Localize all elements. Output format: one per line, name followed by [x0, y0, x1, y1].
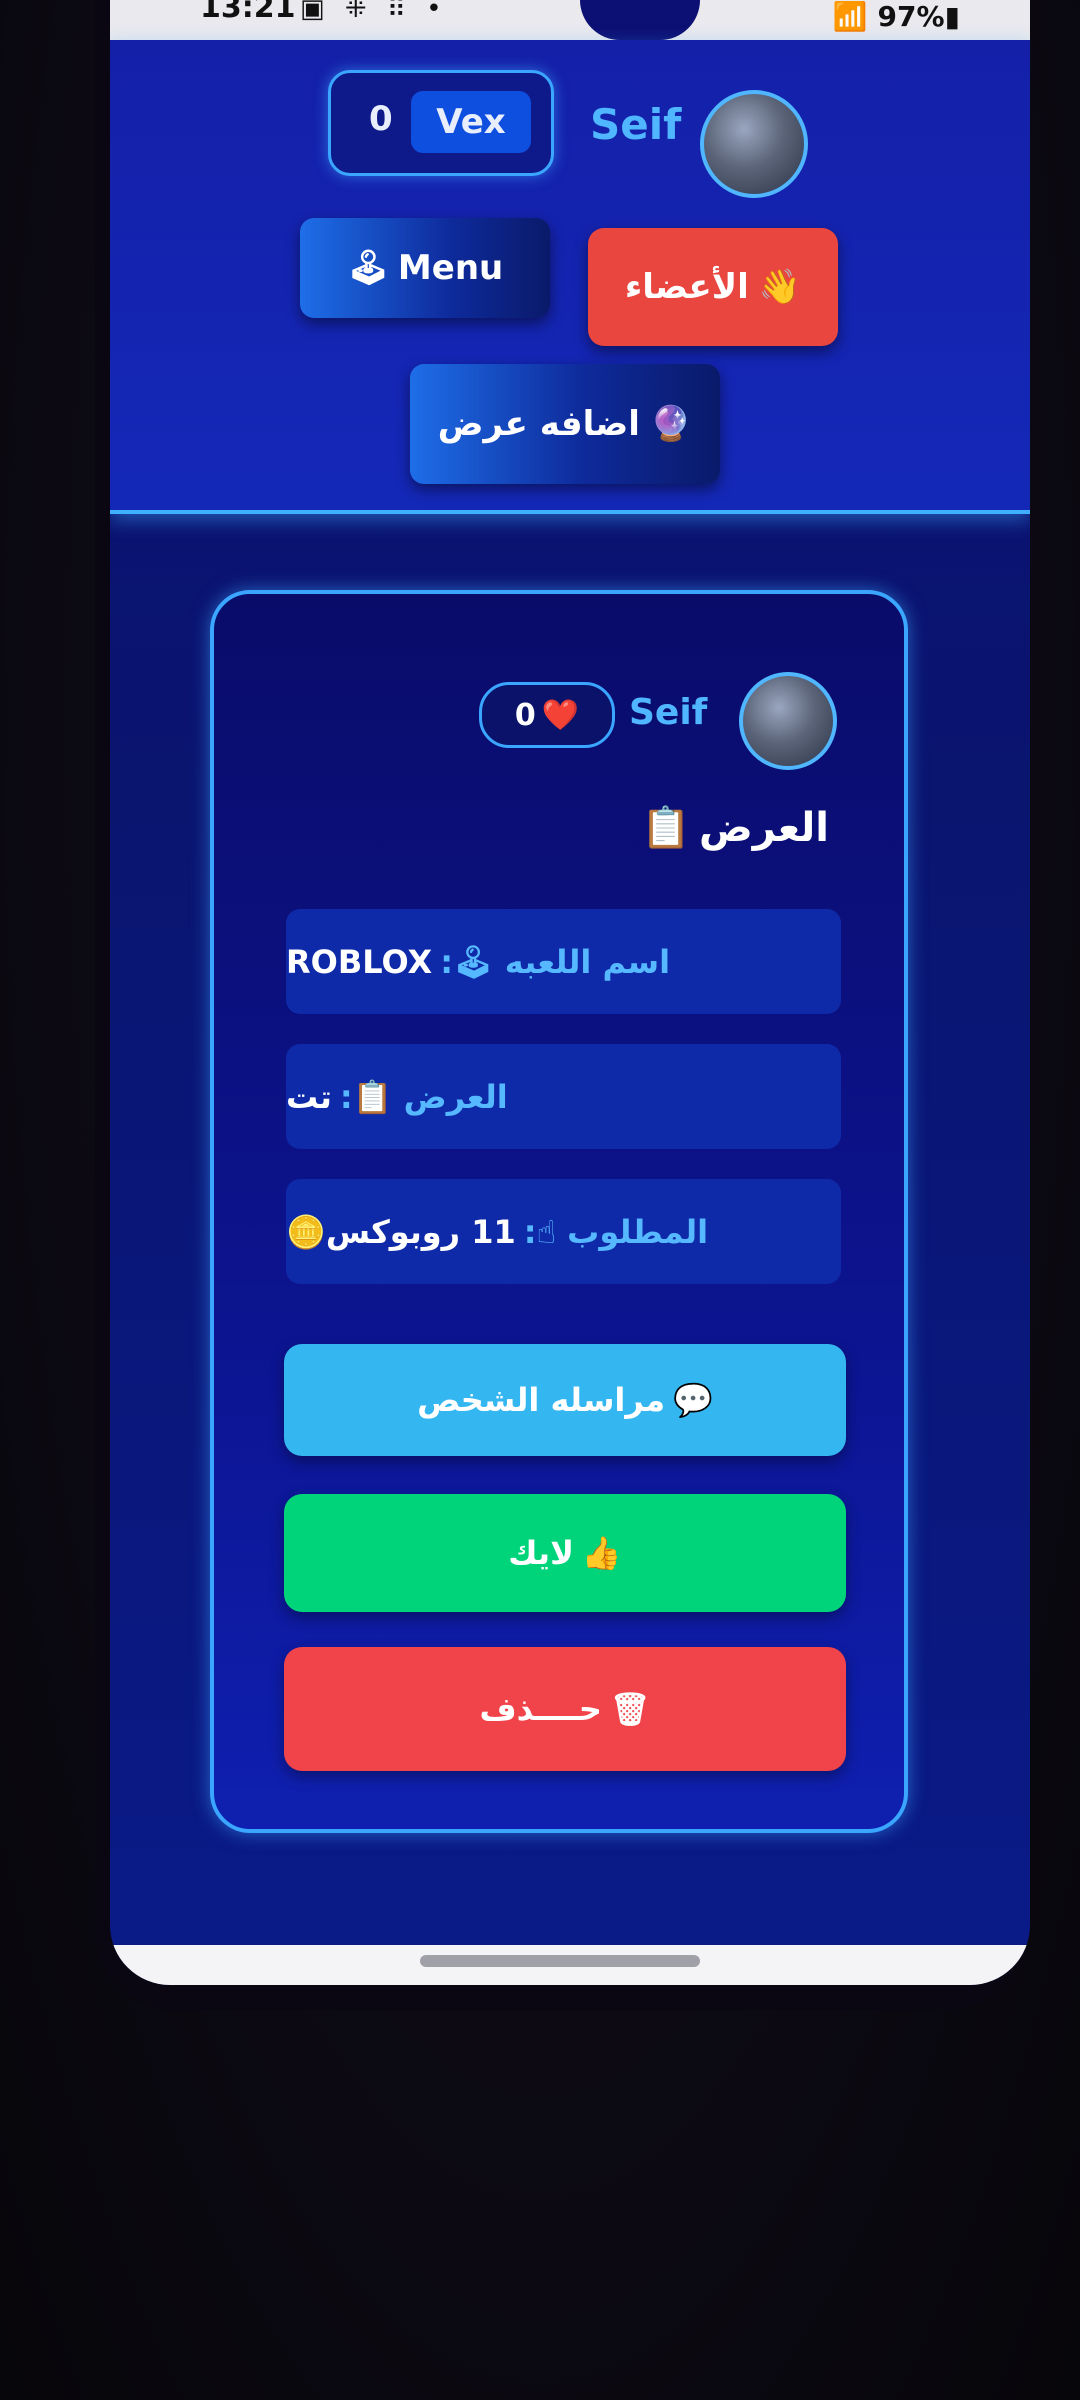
card-username: Seif — [629, 692, 708, 733]
field-game-name: اسم اللعبه 🕹: ROBLOX — [286, 909, 841, 1014]
field-value: تت — [286, 1077, 332, 1116]
app-header: 0 Vex Seif 🕹 Menu الأعضاء 👋 اضافه عرض 🔮 — [110, 40, 1030, 514]
notification-icons: ▣ ⁜ ⠿ • — [300, 0, 448, 24]
field-requested: المطلوب ☝: 11 روبوكس🪙 — [286, 1179, 841, 1284]
header-username: Seif — [590, 100, 682, 149]
card-avatar[interactable] — [739, 672, 837, 770]
offer-title-text: العرض — [699, 804, 829, 851]
field-label: المطلوب ☝: — [523, 1212, 709, 1251]
field-label: العرض 📋: — [339, 1077, 508, 1116]
clipboard-icon: 📋 — [641, 805, 691, 851]
balance-value: 0 — [369, 99, 393, 139]
field-label: اسم اللعبه 🕹: — [440, 942, 671, 981]
message-button-label: مراسله الشخص — [417, 1381, 666, 1419]
heart-icon: ❤️ — [541, 697, 580, 733]
field-offer: العرض 📋: تت — [286, 1044, 841, 1149]
signal-icon: 📶 — [832, 0, 878, 33]
add-offer-button[interactable]: اضافه عرض 🔮 — [410, 364, 720, 484]
offer-card: Seif 0 ❤️ العرض 📋 اسم اللعبه 🕹: ROBLOX ا… — [210, 590, 908, 1833]
battery-indicator: 📶 97%▮ — [833, 0, 960, 33]
app-screen: 13:21 ▣ ⁜ ⠿ • 📶 97%▮ 0 Vex Seif 🕹 Menu ا… — [110, 0, 1030, 1985]
balance-currency: Vex — [411, 91, 531, 153]
camera-notch — [580, 0, 700, 40]
battery-percent: 97% — [877, 0, 945, 33]
crystal-ball-icon: 🔮 — [649, 404, 693, 444]
likes-counter: 0 ❤️ — [479, 682, 615, 748]
balance-box[interactable]: 0 Vex — [328, 70, 554, 176]
members-button-label: الأعضاء — [624, 267, 749, 307]
thumbs-up-icon: 👍 — [581, 1534, 622, 1572]
field-value: 11 روبوكس🪙 — [286, 1212, 516, 1251]
delete-button-label: حــــذف — [479, 1690, 602, 1728]
waving-hand-icon: 👋 — [758, 267, 802, 307]
like-button-label: لايك — [508, 1534, 574, 1572]
home-indicator[interactable] — [420, 1955, 700, 1967]
like-button[interactable]: لايك 👍 — [284, 1494, 846, 1612]
status-bar: 13:21 ▣ ⁜ ⠿ • 📶 97%▮ — [110, 0, 1030, 40]
menu-button[interactable]: 🕹 Menu — [300, 218, 550, 318]
trash-icon: 🗑 — [609, 1690, 651, 1728]
system-nav-bar — [110, 1945, 1030, 1985]
add-offer-label: اضافه عرض — [437, 404, 640, 444]
members-button[interactable]: الأعضاء 👋 — [588, 228, 838, 346]
speech-bubble-icon: 💬 — [673, 1381, 713, 1419]
message-person-button[interactable]: مراسله الشخص 💬 — [284, 1344, 846, 1456]
likes-count: 0 — [514, 697, 536, 733]
avatar[interactable] — [700, 90, 808, 198]
menu-button-label: Menu — [397, 248, 504, 288]
offer-title: العرض 📋 — [641, 804, 829, 852]
field-value: ROBLOX — [286, 942, 433, 981]
delete-button[interactable]: حــــذف 🗑 — [284, 1647, 846, 1771]
battery-icon: ▮ — [944, 0, 960, 33]
status-time: 13:21 — [200, 0, 296, 25]
joystick-icon: 🕹 — [346, 248, 390, 288]
